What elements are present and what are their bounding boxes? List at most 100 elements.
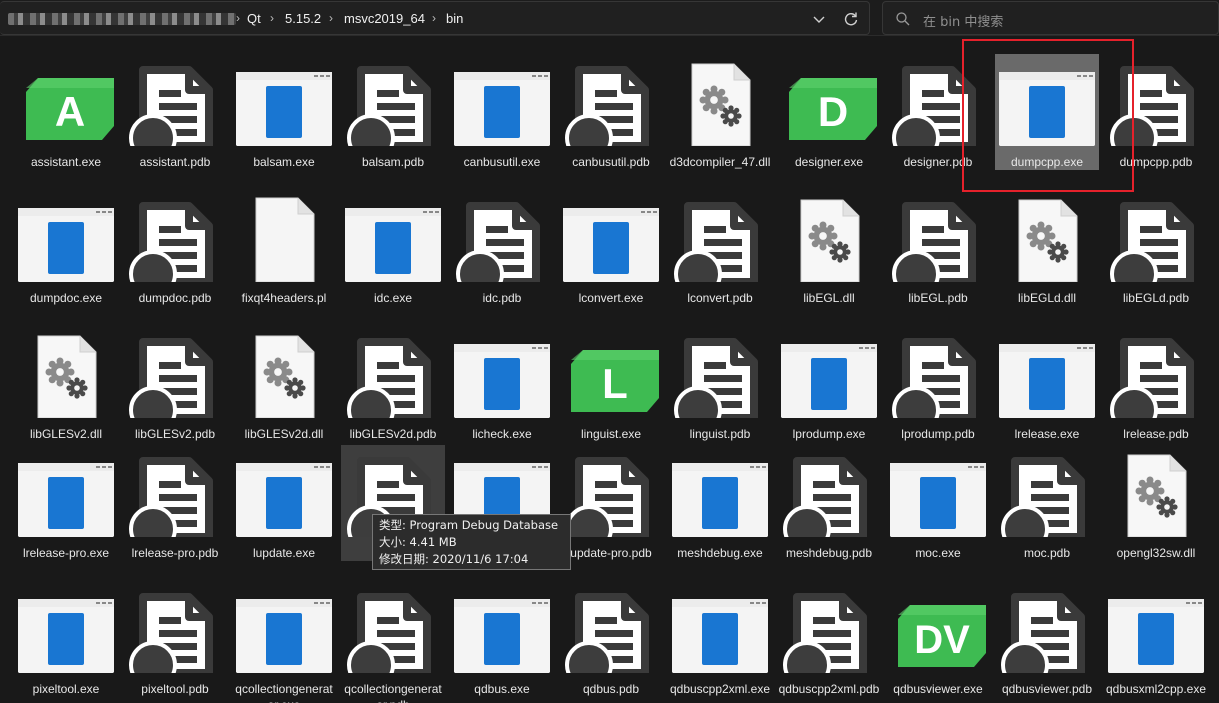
pdb-document-icon [123, 441, 227, 553]
pdb-document-icon [886, 322, 990, 434]
breadcrumb-bin[interactable]: bin [446, 11, 463, 26]
file-name: meshdebug.pdb [785, 546, 873, 560]
file-name: assistant.pdb [139, 155, 211, 169]
file-name: libGLESv2d.dll [244, 427, 324, 441]
dll-settings-icon [668, 50, 772, 147]
file-name: moc.pdb [1023, 546, 1071, 560]
file-item[interactable]: libEGL.pdb [886, 190, 990, 330]
file-tooltip: 类型: Program Debug Database 大小: 4.41 MB 修… [372, 514, 571, 570]
breadcrumb-qt[interactable]: Qt [247, 11, 261, 26]
file-item[interactable]: opengl32sw.dll [1104, 445, 1208, 585]
file-item[interactable]: Aassistant.exe [14, 54, 118, 194]
file-item[interactable]: qdbus.pdb [559, 581, 663, 703]
file-name: lrelease.pdb [1123, 427, 1189, 441]
file-item[interactable]: idc.pdb [450, 190, 554, 330]
pdb-document-icon [450, 186, 554, 298]
file-item[interactable]: meshdebug.pdb [777, 445, 881, 585]
file-item[interactable]: canbusutil.pdb [559, 54, 663, 194]
file-name: meshdebug.exe [677, 546, 763, 560]
file-item[interactable]: balsam.pdb [341, 54, 445, 194]
file-name: libEGL.dll [803, 291, 855, 305]
chevron-right-icon[interactable]: › [236, 11, 240, 25]
file-item[interactable]: lconvert.pdb [668, 190, 772, 330]
dll-settings-icon [232, 322, 336, 419]
chevron-right-icon[interactable]: › [432, 11, 436, 25]
pdb-document-icon [777, 441, 881, 553]
file-item[interactable]: qdbusxml2cpp.exe [1104, 581, 1208, 703]
file-name: dumpdoc.pdb [138, 291, 212, 305]
file-item[interactable]: moc.pdb [995, 445, 1099, 585]
file-name: fixqt4headers.pl [241, 291, 327, 305]
file-name: lrelease.exe [1014, 427, 1080, 441]
svg-text:D: D [818, 88, 848, 135]
pdb-document-icon [886, 186, 990, 298]
pdb-document-icon [123, 322, 227, 434]
file-item[interactable]: Ddesigner.exe [777, 54, 881, 194]
pdb-document-icon [1104, 186, 1208, 298]
file-item[interactable]: qdbuscpp2xml.exe [668, 581, 772, 703]
file-item[interactable]: fixqt4headers.pl [232, 190, 336, 330]
file-name: update-pro.pdb [570, 546, 652, 560]
chevron-right-icon[interactable]: › [270, 11, 274, 25]
qt-tool-icon: D [777, 50, 881, 146]
file-name: lrelease-pro.pdb [131, 546, 219, 560]
highlight-box [962, 39, 1134, 192]
address-bar[interactable]: › Qt › 5.15.2 › msvc2019_64 › bin [0, 1, 870, 35]
app-window-icon [668, 577, 772, 673]
file-name: libEGLd.dll [1017, 291, 1077, 305]
file-name: qdbusviewer.pdb [1001, 682, 1093, 696]
chevron-down-icon[interactable] [808, 8, 830, 30]
file-item[interactable]: idc.exe [341, 190, 445, 330]
app-window-icon [450, 577, 554, 673]
pdb-document-icon [559, 577, 663, 689]
file-item[interactable]: assistant.pdb [123, 54, 227, 194]
file-item[interactable]: lrelease-pro.exe [14, 445, 118, 585]
file-item[interactable]: lupdate.exe [232, 445, 336, 585]
file-item[interactable]: qdbusviewer.pdb [995, 581, 1099, 703]
file-name: linguist.exe [580, 427, 642, 441]
file-item[interactable]: lconvert.exe [559, 190, 663, 330]
refresh-icon[interactable] [840, 8, 862, 30]
file-item[interactable]: lrelease-pro.pdb [123, 445, 227, 585]
breadcrumb-version[interactable]: 5.15.2 [285, 11, 321, 26]
chevron-right-icon[interactable]: › [329, 11, 333, 25]
app-window-icon [232, 441, 336, 537]
file-item[interactable]: pixeltool.exe [14, 581, 118, 703]
dll-settings-icon [995, 186, 1099, 283]
file-name: lupdate.exe [252, 546, 316, 560]
file-item[interactable]: update-pro.pdb [559, 445, 663, 585]
file-item[interactable]: qdbus.exe [450, 581, 554, 703]
file-item[interactable]: libEGLd.dll [995, 190, 1099, 330]
file-name: qdbuscpp2xml.pdb [778, 682, 880, 696]
file-name: qdbus.pdb [582, 682, 640, 696]
file-item[interactable]: dumpdoc.exe [14, 190, 118, 330]
file-item[interactable]: qcollectiongenerator.pdb [341, 581, 445, 703]
file-item[interactable]: d3dcompiler_47.dll [668, 54, 772, 194]
file-item[interactable]: meshdebug.exe [668, 445, 772, 585]
app-window-icon [14, 577, 118, 673]
app-window-icon [232, 577, 336, 673]
file-item[interactable]: balsam.exe [232, 54, 336, 194]
file-item[interactable]: libEGL.dll [777, 190, 881, 330]
file-item[interactable]: dumpdoc.pdb [123, 190, 227, 330]
file-name: linguist.pdb [689, 427, 751, 441]
file-name: libGLESv2d.pdb [349, 427, 437, 441]
file-name: libGLESv2.pdb [134, 427, 216, 441]
file-item[interactable]: qcollectiongenerator.exe [232, 581, 336, 703]
redacted-path [8, 13, 236, 25]
file-item[interactable]: qdbuscpp2xml.pdb [777, 581, 881, 703]
file-item[interactable]: DV qdbusviewer.exe [886, 581, 990, 703]
pdb-document-icon [995, 441, 1099, 553]
file-name: d3dcompiler_47.dll [669, 155, 771, 169]
file-item[interactable]: canbusutil.exe [450, 54, 554, 194]
file-item[interactable]: moc.exe [886, 445, 990, 585]
file-item[interactable]: libEGLd.pdb [1104, 190, 1208, 330]
breadcrumb-msvc[interactable]: msvc2019_64 [344, 11, 425, 26]
file-item[interactable]: pixeltool.pdb [123, 581, 227, 703]
search-box[interactable]: 在 bin 中搜索 [882, 1, 1219, 35]
qt-tool-icon: L [559, 322, 663, 418]
file-name: qcollectiongenerator.exe [235, 682, 333, 703]
qt-tool-icon: A [14, 50, 118, 146]
pdb-document-icon [668, 322, 772, 434]
app-window-icon [14, 186, 118, 282]
